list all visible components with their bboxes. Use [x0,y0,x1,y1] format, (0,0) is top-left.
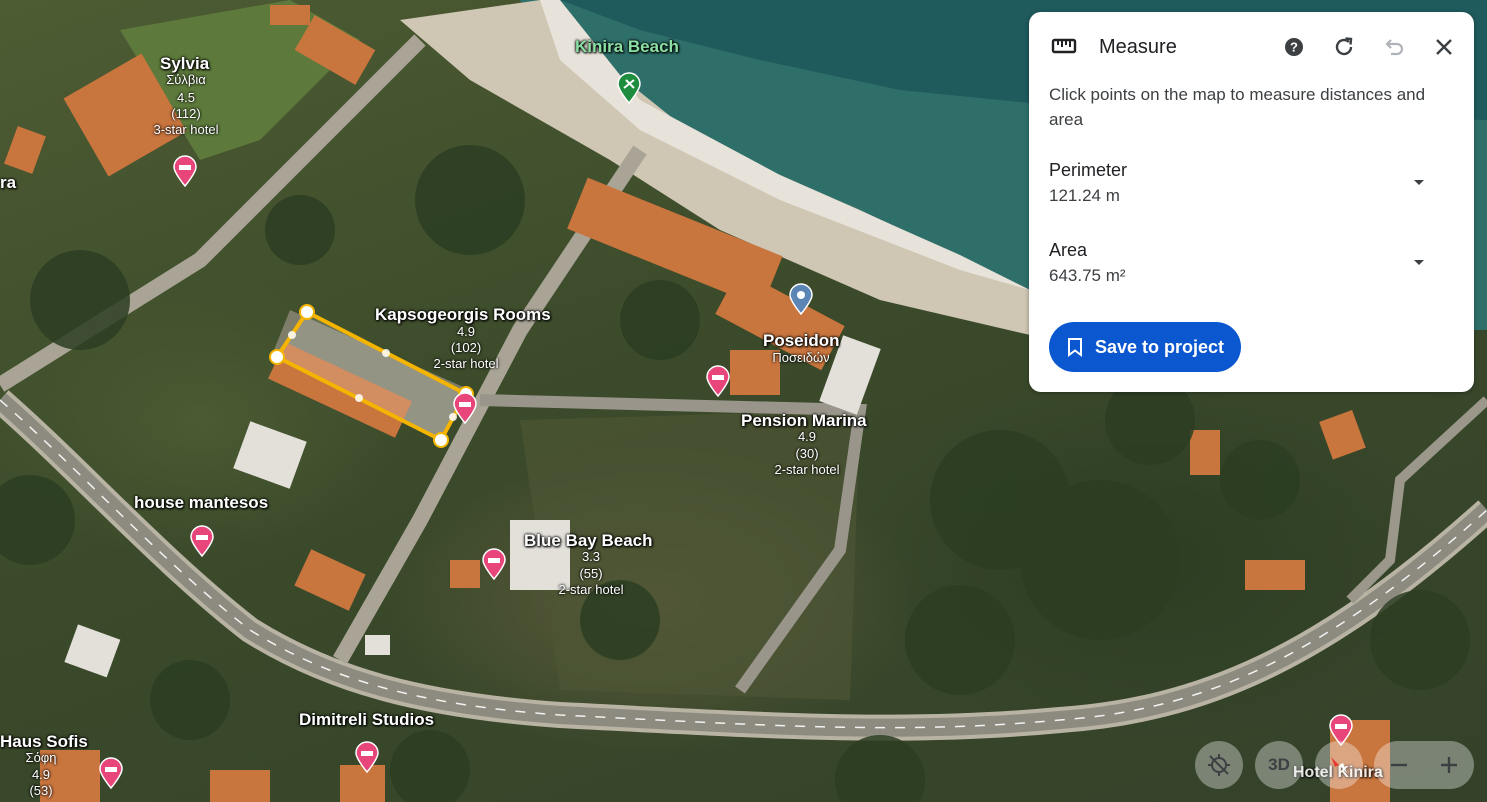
place-label-haus-sofis[interactable]: Haus Sofis [0,732,88,752]
place-reviews: (55) [579,566,603,581]
place-rating: 4.9 [456,324,476,339]
place-pin-icon[interactable] [788,283,814,315]
minus-icon [1391,763,1407,767]
place-rating: 4.9 [31,767,51,782]
place-reviews: (112) [171,106,201,121]
place-reviews: (30) [795,446,819,461]
hotel-pin-icon[interactable] [705,365,731,397]
zoom-out-button[interactable] [1374,741,1424,789]
zoom-in-button[interactable] [1424,741,1474,789]
place-type: 3-star hotel [153,122,219,137]
place-label-sylvia[interactable]: Sylvia [160,54,209,74]
place-label-poseidon[interactable]: Poseidon [763,331,840,351]
save-to-project-button[interactable]: Save to project [1049,322,1241,372]
compass-button[interactable] [1315,741,1363,789]
place-rating: 3.3 [581,549,601,564]
measure-midpoint[interactable] [355,394,363,402]
location-off-button[interactable] [1195,741,1243,789]
place-reviews: (102) [450,340,482,355]
place-reviews: (53) [29,783,53,798]
help-icon[interactable]: ? [1281,34,1307,60]
plus-icon [1441,757,1457,773]
area-label: Area [1049,240,1088,260]
area-value: 643.75 m² [1049,266,1126,285]
reset-icon[interactable] [1331,34,1357,60]
measure-instructions: Click points on the map to measure dista… [1049,85,1426,129]
place-label-house-mantesos[interactable]: house mantesos [134,493,268,513]
save-button-label: Save to project [1095,336,1225,357]
beach-pin-icon[interactable] [616,72,642,104]
measure-vertex[interactable] [433,432,449,448]
place-alt-name: Ποσειδών [772,350,830,365]
place-label-pension-marina[interactable]: Pension Marina [741,411,867,431]
zoom-controls [1374,741,1474,789]
measure-vertex[interactable] [269,349,285,365]
place-label-kapsogeorgis-rooms[interactable]: Kapsogeorgis Rooms [375,305,551,325]
svg-text:?: ? [1290,40,1298,55]
hotel-pin-icon[interactable] [452,392,478,424]
place-alt-name: Σόφη [25,750,57,765]
measure-panel: Measure ? Click points on the map to mea… [1029,12,1474,392]
bookmark-icon [1068,338,1082,357]
place-rating: 4.5 [176,90,196,105]
hotel-pin-icon[interactable] [98,757,124,789]
close-icon[interactable] [1431,34,1457,60]
place-label-partial[interactable]: ra [0,173,16,193]
hotel-pin-icon[interactable] [481,548,507,580]
place-label-blue-bay-beach[interactable]: Blue Bay Beach [524,531,653,551]
place-type: 2-star hotel [774,462,840,477]
measure-vertex[interactable] [299,304,315,320]
place-label-dimitreli-studios[interactable]: Dimitreli Studios [299,710,434,730]
perimeter-label: Perimeter [1049,160,1128,180]
place-type: 2-star hotel [433,356,499,371]
place-alt-name: Σύλβια [166,72,206,87]
compass-icon [1331,757,1347,773]
place-rating: 4.9 [797,429,817,444]
hotel-pin-icon[interactable] [172,155,198,187]
measure-midpoint[interactable] [382,349,390,357]
perimeter-value: 121.24 m [1049,186,1120,205]
area-unit-dropdown-icon[interactable] [1409,252,1429,272]
perimeter-unit-dropdown-icon[interactable] [1409,172,1429,192]
3d-toggle-button[interactable]: 3D [1255,741,1303,789]
place-label-kinira-beach[interactable]: Kinira Beach [575,37,679,57]
ruler-icon [1051,33,1077,59]
place-type: 2-star hotel [558,582,624,597]
location-off-icon [1208,754,1230,776]
panel-title: Measure [1099,36,1177,58]
undo-icon[interactable] [1381,34,1407,60]
hotel-pin-icon[interactable] [189,525,215,557]
hotel-pin-icon[interactable] [354,741,380,773]
measure-midpoint[interactable] [288,331,296,339]
